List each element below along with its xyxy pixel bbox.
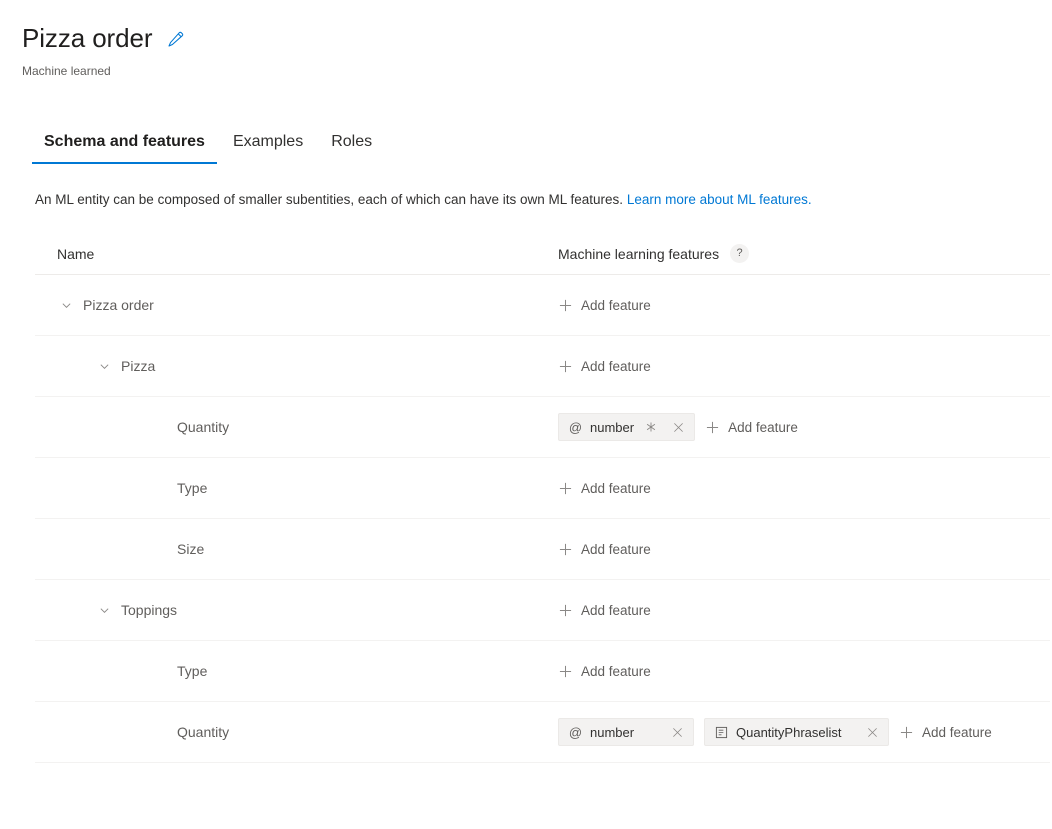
row-name-cell: Toppings <box>35 601 558 619</box>
description-text: An ML entity can be composed of smaller … <box>35 190 1052 210</box>
plus-icon <box>558 359 572 373</box>
page-header: Pizza order Machine learned <box>0 0 1052 79</box>
feature-chip[interactable]: QuantityPhraselist <box>704 718 889 746</box>
add-feature-button[interactable]: Add feature <box>558 603 651 618</box>
add-feature-label: Add feature <box>922 724 992 740</box>
table-row: Type Add feature <box>35 641 1050 702</box>
row-name-label: Toppings <box>121 602 178 618</box>
close-icon[interactable] <box>667 722 687 742</box>
tab-examples[interactable]: Examples <box>219 131 317 164</box>
row-name-cell: Quantity <box>35 723 558 741</box>
table-header-row: Name Machine learning features ? <box>35 243 1050 275</box>
row-features-cell: Add feature <box>558 542 1050 557</box>
add-feature-label: Add feature <box>581 541 651 557</box>
plus-icon <box>705 420 719 434</box>
learn-more-link[interactable]: Learn more about ML features. <box>627 192 812 207</box>
add-feature-label: Add feature <box>728 419 798 435</box>
title-row: Pizza order <box>22 22 1052 54</box>
help-icon[interactable]: ? <box>730 244 750 263</box>
add-feature-button[interactable]: Add feature <box>558 481 651 496</box>
add-feature-button[interactable]: Add feature <box>558 664 651 679</box>
table-row: Type Add feature <box>35 458 1050 519</box>
at-sign-icon: @ <box>568 724 583 740</box>
chevron-down-icon[interactable] <box>95 601 113 619</box>
add-feature-label: Add feature <box>581 297 651 313</box>
table-row: Toppings Add feature <box>35 580 1050 641</box>
add-feature-label: Add feature <box>581 602 651 618</box>
chevron-down-icon[interactable] <box>57 296 75 314</box>
table-row: Pizza order Add feature <box>35 275 1050 336</box>
asterisk-icon[interactable] <box>641 417 661 437</box>
row-features-cell: Add feature <box>558 481 1050 496</box>
row-name-label: Type <box>177 663 208 679</box>
add-feature-button[interactable]: Add feature <box>558 359 651 374</box>
row-name-cell: Size <box>35 540 558 558</box>
plus-icon <box>558 298 572 312</box>
schema-table: Name Machine learning features ? Pizza o… <box>0 243 1052 763</box>
row-name-cell: Pizza order <box>35 296 558 314</box>
feature-chip[interactable]: @ number <box>558 413 696 441</box>
feature-chip[interactable]: @ number <box>558 718 694 746</box>
row-features-cell: @ number QuantityPhraselist Add feature <box>558 718 1050 746</box>
row-name-label: Type <box>177 480 208 496</box>
page-title: Pizza order <box>22 23 153 53</box>
pencil-icon[interactable] <box>164 29 186 51</box>
tab-roles[interactable]: Roles <box>317 131 386 164</box>
row-features-cell: @ number Add feature <box>558 413 1050 441</box>
add-feature-label: Add feature <box>581 358 651 374</box>
entity-type-subtitle: Machine learned <box>22 64 111 78</box>
row-name-label: Quantity <box>177 419 230 435</box>
row-name-label: Pizza order <box>83 297 154 313</box>
row-name-label: Quantity <box>177 724 230 740</box>
plus-icon <box>899 725 913 739</box>
description-sentence: An ML entity can be composed of smaller … <box>35 192 627 207</box>
column-header-features: Machine learning features <box>558 245 720 262</box>
column-header-features-group: Machine learning features ? <box>558 244 750 263</box>
table-row: Quantity @ number <box>35 702 1050 763</box>
plus-icon <box>558 481 572 495</box>
add-feature-button[interactable]: Add feature <box>705 420 798 435</box>
row-features-cell: Add feature <box>558 359 1050 374</box>
plus-icon <box>558 542 572 556</box>
row-features-cell: Add feature <box>558 664 1050 679</box>
row-name-label: Size <box>177 541 205 557</box>
table-row: Pizza Add feature <box>35 336 1050 397</box>
row-name-cell: Pizza <box>35 357 558 375</box>
close-icon[interactable] <box>862 722 882 742</box>
row-features-cell: Add feature <box>558 298 1050 313</box>
table-row: Size Add feature <box>35 519 1050 580</box>
add-feature-button[interactable]: Add feature <box>899 725 992 740</box>
close-icon[interactable] <box>668 417 688 437</box>
feature-chip-label: QuantityPhraselist <box>736 724 842 740</box>
feature-chip-label: number <box>590 724 635 740</box>
add-feature-label: Add feature <box>581 480 651 496</box>
row-name-cell: Quantity <box>35 418 558 436</box>
tab-list: Schema and features Examples Roles <box>30 124 1052 164</box>
column-header-name: Name <box>57 245 95 262</box>
add-feature-button[interactable]: Add feature <box>558 542 651 557</box>
feature-chip-label: number <box>590 419 635 435</box>
entity-detail-page: Pizza order Machine learned Schema and f… <box>0 0 1052 829</box>
add-feature-label: Add feature <box>581 663 651 679</box>
plus-icon <box>558 603 572 617</box>
chevron-down-icon[interactable] <box>95 357 113 375</box>
add-feature-button[interactable]: Add feature <box>558 298 651 313</box>
phraselist-icon <box>714 725 729 740</box>
row-name-cell: Type <box>35 479 558 497</box>
row-name-cell: Type <box>35 662 558 680</box>
row-name-label: Pizza <box>121 358 156 374</box>
tab-schema-and-features[interactable]: Schema and features <box>30 131 219 164</box>
table-row: Quantity @ number <box>35 397 1050 458</box>
at-sign-icon: @ <box>568 419 583 435</box>
row-features-cell: Add feature <box>558 603 1050 618</box>
plus-icon <box>558 664 572 678</box>
